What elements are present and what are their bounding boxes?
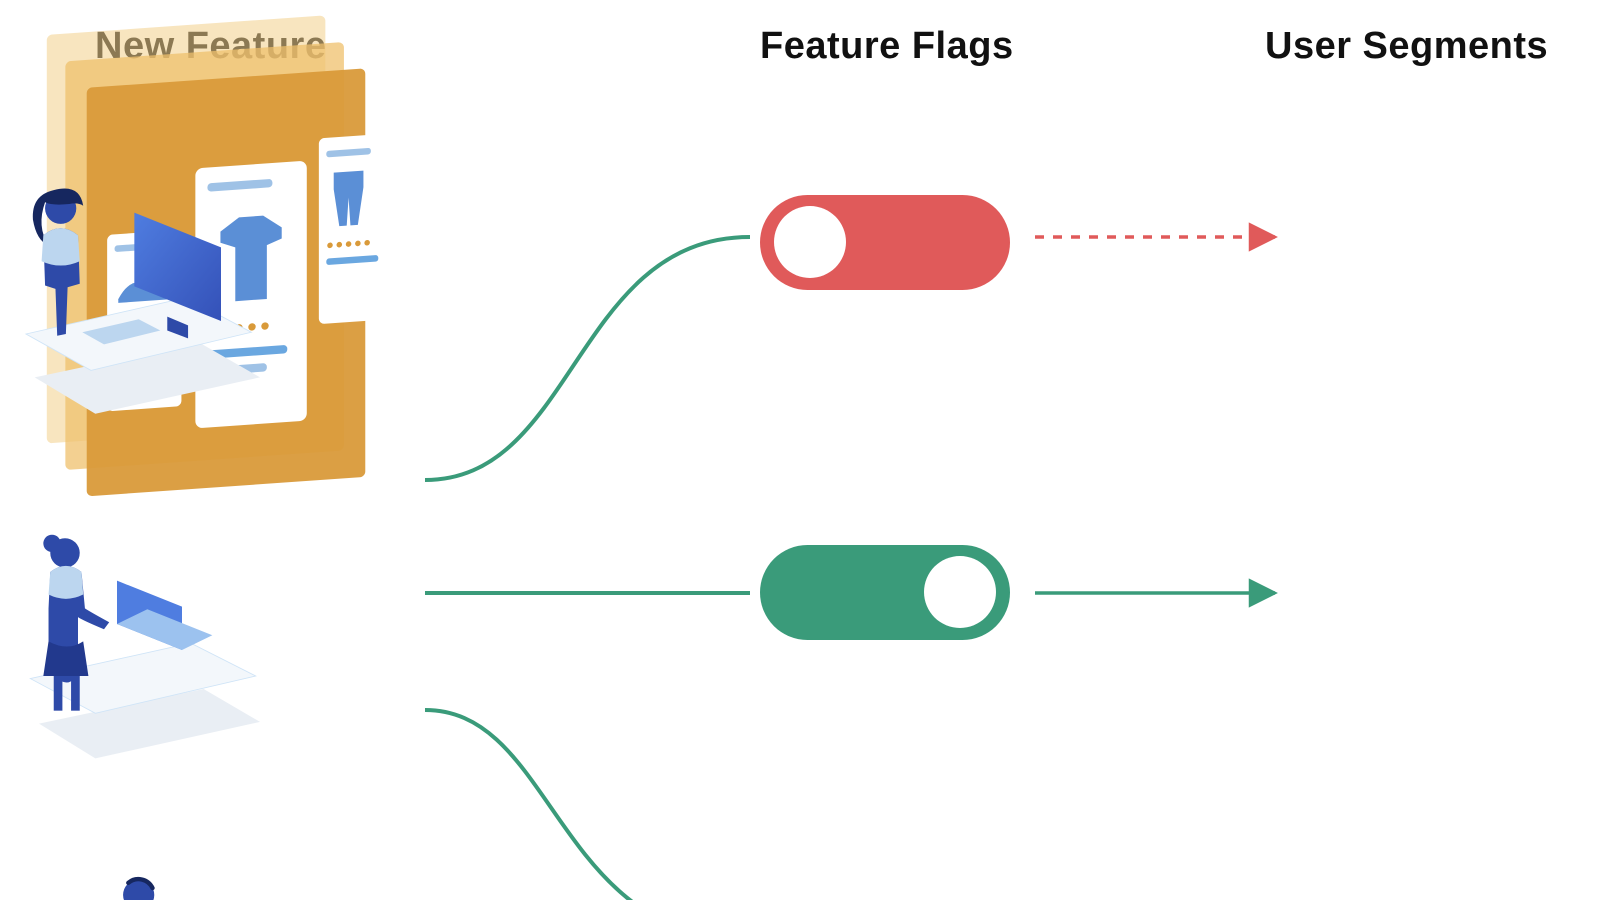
user-segment-desktop	[0, 140, 260, 450]
user-segment-laptop	[0, 500, 260, 800]
feature-flag-toggle-on[interactable]	[760, 545, 1010, 640]
connector-feature-to-flag-1	[425, 237, 750, 480]
toggle-knob-icon	[924, 556, 996, 628]
feature-flag-toggle-off[interactable]	[760, 195, 1010, 290]
connector-feature-to-flag-3	[425, 710, 750, 900]
diagram-stage: New Feature Feature Flags User Segments	[0, 0, 1600, 900]
user-segment-headset	[0, 855, 260, 900]
toggle-knob-icon	[774, 206, 846, 278]
product-card-pants	[319, 133, 393, 324]
